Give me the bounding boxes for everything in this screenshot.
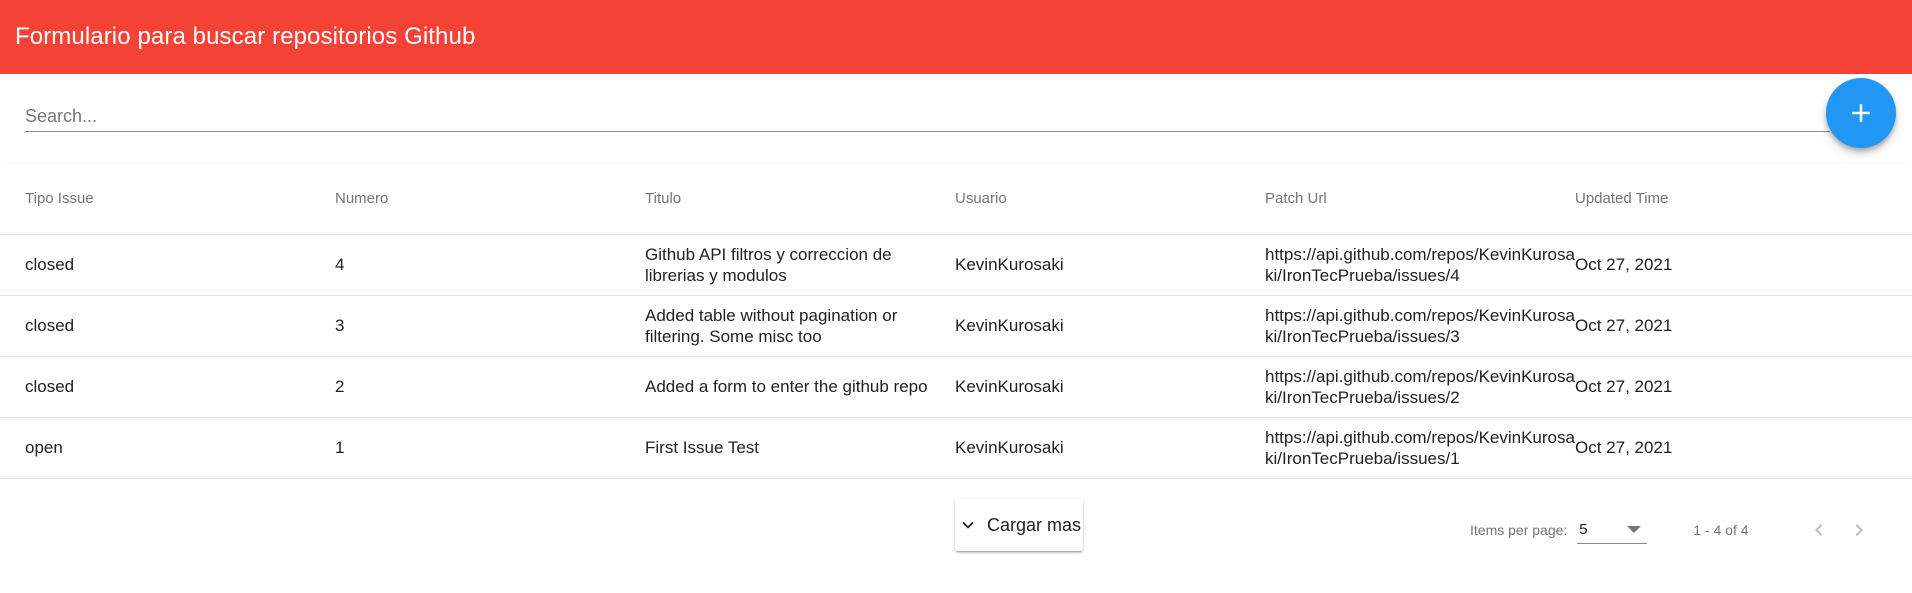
cell-patch-url: https://api.github.com/repos/KevinKurosa…: [1265, 417, 1575, 479]
cell-updated-time: Oct 27, 2021: [1575, 234, 1912, 296]
column-header-usuario[interactable]: Usuario: [955, 164, 1265, 235]
page-size-select[interactable]: 5: [1577, 516, 1648, 544]
table-row[interactable]: closed 3 Added table without pagination …: [0, 295, 1912, 357]
load-more-button[interactable]: Cargar mas: [955, 499, 1083, 551]
cell-numero: 3: [335, 295, 645, 357]
column-header-titulo[interactable]: Titulo: [645, 164, 955, 235]
cell-patch-url: https://api.github.com/repos/KevinKurosa…: [1265, 295, 1575, 357]
items-per-page-label: Items per page:: [1470, 522, 1568, 538]
cell-usuario: KevinKurosaki: [955, 417, 1265, 479]
cell-patch-url: https://api.github.com/repos/KevinKurosa…: [1265, 234, 1575, 296]
next-page-button[interactable]: [1839, 510, 1879, 550]
cell-numero: 2: [335, 356, 645, 418]
cell-updated-time: Oct 27, 2021: [1575, 295, 1912, 357]
previous-page-button[interactable]: [1799, 510, 1839, 550]
table-row[interactable]: open 1 First Issue Test KevinKurosaki ht…: [0, 417, 1912, 479]
cell-numero: 4: [335, 234, 645, 296]
cell-tipo: open: [0, 417, 335, 479]
table-header-row: Tipo Issue Numero Titulo Usuario Patch U…: [0, 164, 1912, 235]
table-row[interactable]: closed 4 Github API filtros y correccion…: [0, 234, 1912, 296]
cell-tipo: closed: [0, 234, 335, 296]
search-input[interactable]: [25, 96, 1830, 130]
cell-titulo: First Issue Test: [645, 417, 955, 479]
cell-tipo: closed: [0, 295, 335, 357]
cell-titulo: Github API filtros y correccion de libre…: [645, 234, 955, 296]
load-more-label: Cargar mas: [986, 514, 1082, 535]
chevron-left-icon: [1814, 524, 1822, 536]
dropdown-arrow-icon: [1627, 526, 1642, 533]
cell-titulo: Added table without pagination or filter…: [645, 295, 955, 357]
cell-titulo: Added a form to enter the github repo: [645, 356, 955, 418]
chevron-down-icon: [962, 521, 974, 529]
cell-patch-url: https://api.github.com/repos/KevinKurosa…: [1265, 356, 1575, 418]
chevron-right-icon: [1855, 524, 1863, 536]
page-footer-space: [0, 578, 1912, 593]
range-label: 1 - 4 of 4: [1693, 522, 1749, 538]
cell-numero: 1: [335, 417, 645, 479]
add-button[interactable]: [1826, 78, 1896, 148]
cell-tipo: closed: [0, 356, 335, 418]
cell-updated-time: Oct 27, 2021: [1575, 417, 1912, 479]
issues-table: Tipo Issue Numero Titulo Usuario Patch U…: [0, 164, 1912, 479]
cell-usuario: KevinKurosaki: [955, 234, 1265, 296]
plus-icon: [1852, 104, 1870, 122]
page-title: Formulario para buscar repositorios Gith…: [15, 23, 476, 50]
page-size-value: 5: [1579, 521, 1588, 538]
cell-updated-time: Oct 27, 2021: [1575, 356, 1912, 418]
table-row[interactable]: closed 2 Added a form to enter the githu…: [0, 356, 1912, 418]
column-header-numero[interactable]: Numero: [335, 164, 645, 235]
issues-table-card: Tipo Issue Numero Titulo Usuario Patch U…: [0, 164, 1912, 578]
paginator: Items per page: 5 1 - 4 of 4: [1470, 510, 1879, 550]
column-header-tipo[interactable]: Tipo Issue: [0, 164, 335, 235]
cell-usuario: KevinKurosaki: [955, 356, 1265, 418]
cell-usuario: KevinKurosaki: [955, 295, 1265, 357]
column-header-patch-url[interactable]: Patch Url: [1265, 164, 1575, 235]
app-toolbar: Formulario para buscar repositorios Gith…: [0, 0, 1912, 74]
search-field[interactable]: [25, 96, 1830, 132]
column-header-updated-time[interactable]: Updated Time: [1575, 164, 1912, 235]
